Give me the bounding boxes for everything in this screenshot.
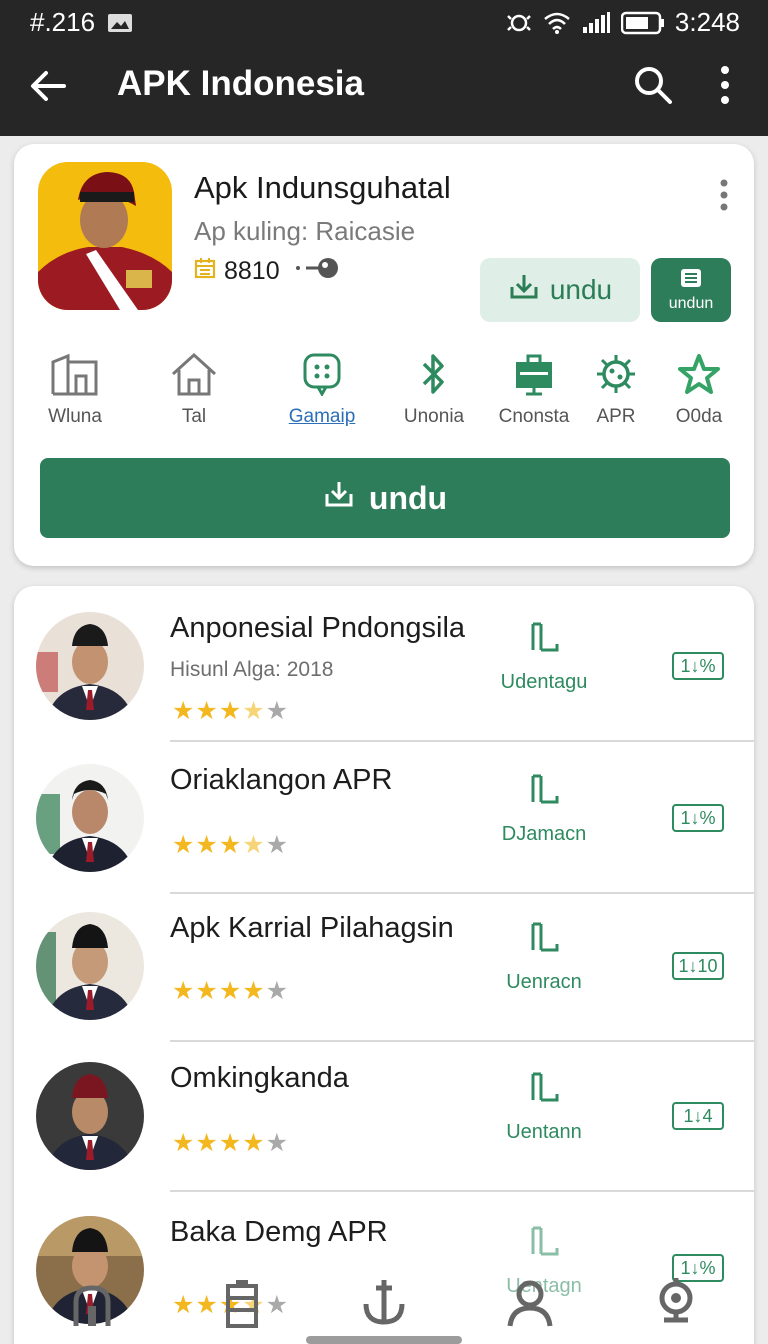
main-download-button[interactable]: undu (40, 458, 730, 538)
app-action-button[interactable]: Uenracn (484, 920, 604, 994)
rating-stars: ★★★★★ (172, 697, 290, 725)
app-badge: 1↓10 (672, 952, 724, 980)
app-action-label: Uenracn (506, 971, 582, 993)
calendar-icon (194, 257, 216, 286)
app-badge: 1↓4 (672, 1102, 724, 1130)
more-vertical-icon[interactable] (710, 62, 740, 108)
list-item[interactable]: Anponesial Pndongsila Hisunl Alga: 2018 … (14, 592, 754, 742)
vibrate-icon (505, 10, 533, 36)
install-icon (484, 1070, 604, 1111)
status-left-text: #.216 (30, 7, 96, 37)
rating-stars: ★★★★★ (172, 977, 290, 1005)
featured-app-title: Apk Indunsguhatal (194, 170, 451, 205)
category-unonia[interactable]: Unonia (379, 350, 489, 428)
status-right: 3:248 (505, 7, 740, 38)
game-icon (267, 350, 377, 398)
building-icon (20, 350, 130, 398)
app-name: Baka Demg APR (170, 1216, 388, 1248)
status-left: #.216 (30, 7, 133, 38)
home-indicator (306, 1336, 462, 1344)
download-icon (508, 271, 540, 310)
category-row: Wluna Tal Gamaip Unonia Cnonsta APR O0da (14, 350, 754, 440)
download-dark-button[interactable]: undun (651, 258, 731, 322)
home-icon[interactable] (66, 1276, 118, 1328)
category-label: Tal (181, 406, 207, 427)
app-list: Anponesial Pndongsila Hisunl Alga: 2018 … (14, 586, 754, 1344)
category-o0da[interactable]: O0da (644, 350, 754, 428)
download-light-button[interactable]: undu (480, 258, 640, 322)
category-wluna[interactable]: Wluna (20, 350, 130, 428)
main-download-label: undu (368, 479, 448, 516)
category-tal[interactable]: Tal (139, 350, 249, 428)
toggle-icon (294, 256, 340, 287)
divider (170, 740, 754, 742)
settings-icon[interactable] (650, 1276, 702, 1328)
featured-app-subtitle: Ap kuling: Raicasie (194, 216, 416, 246)
app-name: Anponesial Pndongsila (170, 612, 466, 644)
app-badge: 1↓% (672, 804, 724, 832)
category-label: Unonia (403, 406, 465, 427)
app-name: Oriaklangon APR (170, 764, 393, 796)
install-icon (484, 772, 604, 813)
status-bar: #.216 3:248 (0, 0, 768, 40)
category-label: O0da (675, 406, 723, 427)
install-icon (484, 920, 604, 961)
search-icon[interactable] (632, 64, 674, 106)
app-action-label: Uentann (506, 1121, 582, 1143)
install-icon (484, 620, 604, 661)
app-action-label: DJamacn (501, 823, 587, 845)
app-bar: APK Indonesia (0, 40, 768, 136)
featured-app-avatar (38, 162, 172, 310)
avatar (36, 1062, 144, 1170)
divider (170, 1190, 754, 1192)
category-label: Gamaip (288, 406, 356, 427)
star-icon (644, 350, 754, 398)
category-label: Wluna (48, 406, 102, 427)
anchor-icon[interactable] (358, 1276, 410, 1328)
download-icon (323, 478, 355, 518)
app-action-label: Udentagu (500, 671, 588, 693)
category-gamaip[interactable]: Gamaip (267, 350, 377, 428)
battery-icon (620, 11, 665, 35)
bluetooth-icon (379, 350, 489, 398)
list-item[interactable]: Omkingkanda ★★★★★ Uentann 1↓4 (14, 1042, 754, 1192)
app-name: Apk Karrial Pilahagsin (170, 912, 454, 944)
app-title: APK Indonesia (117, 64, 364, 103)
list-item[interactable]: Oriaklangon APR ★★★★★ DJamacn 1↓% (14, 744, 754, 894)
bottom-navigation (0, 1270, 768, 1344)
clipboard-icon[interactable] (216, 1276, 268, 1328)
app-name: Omkingkanda (170, 1062, 349, 1094)
house-icon (139, 350, 249, 398)
avatar (36, 612, 144, 720)
app-action-button[interactable]: Udentagu (484, 620, 604, 694)
image-icon (107, 13, 133, 33)
app-subtitle: Hisunl Alga: 2018 (170, 658, 334, 681)
rating-stars: ★★★★★ (172, 1129, 290, 1157)
signal-icon (581, 11, 611, 35)
featured-more-icon[interactable] (714, 178, 734, 212)
rating-stars: ★★★★★ (172, 831, 290, 859)
app-badge: 1↓% (672, 652, 724, 680)
wifi-icon (543, 11, 571, 35)
avatar (36, 764, 144, 872)
install-icon (484, 1224, 604, 1265)
featured-app-count: 8810 (224, 257, 280, 285)
avatar (36, 912, 144, 1020)
featured-app-meta: 8810 (194, 256, 340, 287)
person-icon[interactable] (504, 1276, 556, 1328)
download-light-label: undu (549, 274, 613, 305)
back-arrow-icon[interactable] (26, 64, 70, 108)
status-time: 3:248 (674, 7, 740, 37)
list-item[interactable]: Apk Karrial Pilahagsin ★★★★★ Uenracn 1↓1… (14, 892, 754, 1042)
featured-app-card[interactable]: Apk Indunsguhatal Ap kuling: Raicasie 88… (14, 144, 754, 566)
download-dark-label: undun (668, 294, 714, 312)
document-icon (679, 268, 703, 293)
app-action-button[interactable]: DJamacn (484, 772, 604, 846)
app-action-button[interactable]: Uentann (484, 1070, 604, 1144)
